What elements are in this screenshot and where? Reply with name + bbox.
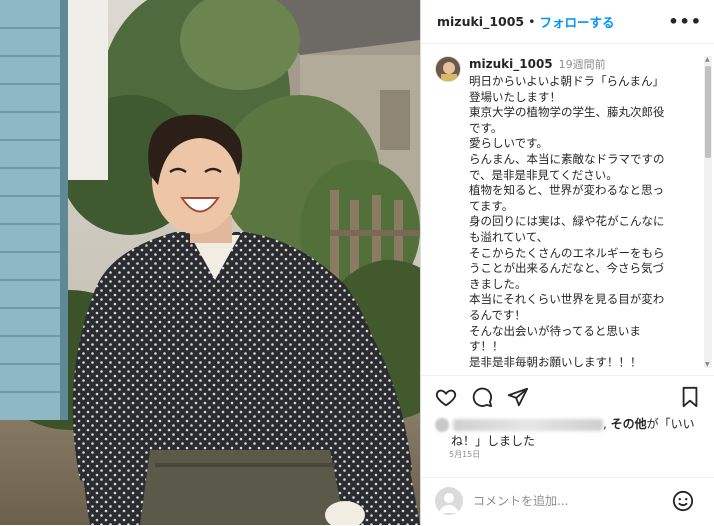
- paper-plane-icon[interactable]: [507, 386, 529, 412]
- caption-time[interactable]: 19週間前: [559, 58, 606, 71]
- header-username[interactable]: mizuki_1005: [437, 14, 524, 29]
- caption-line: 是非是非毎朝お願いします！！！: [469, 354, 642, 369]
- likes-others[interactable]: その他: [611, 417, 647, 431]
- caption-line: す！！: [469, 339, 504, 354]
- caption-line: 明日からいよいよ朝ドラ「らんまん」: [469, 74, 665, 88]
- likes-text-1: が「いい: [646, 417, 695, 431]
- blurred-liker-name: [453, 418, 603, 431]
- avatar-image: [436, 57, 460, 81]
- comment-bar: コメントを追加...: [421, 477, 714, 526]
- post-date[interactable]: 5月15日: [449, 449, 480, 460]
- caption-text: 明日からいよいよ朝ドラ「らんまん」 登場いたします！ 東京大学の植物学の学生、藤丸次…: [469, 74, 701, 370]
- post-photo[interactable]: [0, 0, 420, 525]
- caption-line: うことが出来るんだなと、今さら気づ: [469, 261, 665, 276]
- bookmark-icon[interactable]: [680, 386, 700, 412]
- caption-line: も溢れていて、: [469, 229, 549, 244]
- more-options-icon[interactable]: •••: [668, 12, 702, 31]
- caption-scrollbar[interactable]: ▲ ▼: [704, 56, 712, 368]
- post-side-panel: mizuki_1005 • フォローする ••• mizuki_1005 19週間…: [420, 0, 714, 525]
- caption-username[interactable]: mizuki_1005: [469, 57, 553, 71]
- caption-header: mizuki_1005 19週間前: [469, 56, 606, 72]
- liker-avatar: [435, 417, 449, 432]
- caption-line: で、是非是非見てください。: [469, 167, 618, 182]
- caption-line: 植物を知ると、世界が変わるなと思っ: [469, 183, 665, 198]
- caption-line: 身の回りには実は、緑や花がこんなに: [469, 214, 665, 229]
- follow-button[interactable]: フォローする: [540, 12, 615, 31]
- action-bar: [435, 386, 700, 412]
- comment-input[interactable]: コメントを追加...: [473, 492, 568, 509]
- caption-line: てます。: [469, 198, 514, 213]
- caption-line: らんまん、本当に素敵なドラマですの: [469, 151, 665, 166]
- user-avatar: [435, 487, 463, 515]
- scroll-down-icon[interactable]: ▼: [705, 361, 710, 368]
- heart-icon[interactable]: [435, 386, 457, 412]
- caption-line: そこからたくさんのエネルギーをもら: [469, 245, 665, 260]
- smiley-icon[interactable]: [672, 490, 694, 516]
- caption-area: mizuki_1005 19週間前 明日からいよいよ朝ドラ「らんまん」 登場いたしま…: [421, 52, 714, 372]
- likes-text-2: ね！」しました: [451, 434, 536, 448]
- divider: [421, 375, 714, 376]
- post-photo-image: [0, 0, 420, 525]
- caption-line: です。: [469, 120, 503, 135]
- caption-line: そんな出会いが待ってると思いま: [469, 323, 641, 338]
- caption-line: 登場いたします！: [469, 89, 561, 104]
- author-avatar[interactable]: [435, 56, 461, 82]
- scroll-up-icon[interactable]: ▲: [705, 56, 710, 63]
- post-header: mizuki_1005 • フォローする •••: [421, 0, 714, 44]
- caption-line: 愛らしいです。: [469, 136, 549, 151]
- scrollbar-thumb[interactable]: [705, 66, 711, 158]
- caption-line: るんです！: [469, 307, 526, 322]
- likes-summary[interactable]: , その他が「いい ね！」しました: [435, 416, 700, 450]
- caption-line: 東京大学の植物学の学生、藤丸次郎役: [469, 105, 665, 120]
- caption-line: 本当にそれくらい世界を見る目が変わ: [469, 292, 665, 307]
- comment-icon[interactable]: [471, 386, 493, 412]
- caption-line: きました。: [469, 276, 527, 291]
- header-separator: •: [528, 14, 536, 29]
